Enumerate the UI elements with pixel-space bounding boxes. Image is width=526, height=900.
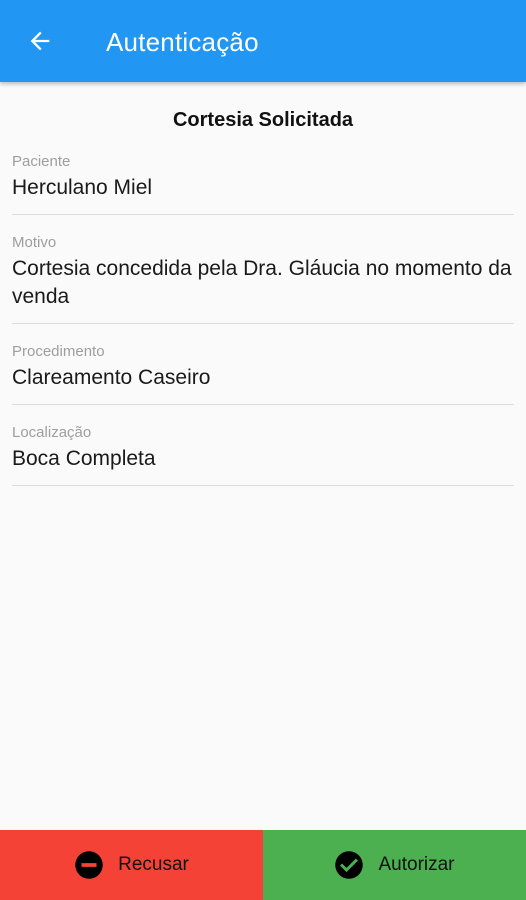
field-label: Localização [12, 424, 92, 441]
field-label: Motivo [12, 234, 57, 251]
field-paciente: Paciente Herculano Miel [12, 148, 514, 215]
field-value: Clareamento Caseiro [12, 366, 211, 389]
arrow-back-icon [30, 31, 50, 51]
check-circle-icon [334, 850, 364, 880]
field-label: Procedimento [12, 343, 105, 360]
page-title: Autenticação [106, 27, 259, 57]
back-button[interactable] [22, 23, 58, 59]
app-bar: Autenticação [0, 0, 526, 82]
field-procedimento: Procedimento Clareamento Caseiro [12, 338, 514, 405]
approve-button[interactable]: Autorizar [263, 830, 526, 900]
refuse-button[interactable]: Recusar [0, 830, 263, 900]
field-label: Paciente [12, 153, 71, 170]
section-heading: Cortesia Solicitada [172, 109, 354, 131]
field-localizacao: Localização Boca Completa [12, 419, 514, 486]
field-motivo: Motivo Cortesia concedida pela Dra. Gláu… [12, 229, 514, 324]
field-value: Boca Completa [12, 447, 156, 470]
main-content: Cortesia Solicitada Paciente Herculano M… [0, 82, 526, 830]
field-value: Herculano Miel [12, 176, 153, 199]
action-bar: Recusar Autorizar [0, 830, 526, 900]
details-list: Paciente Herculano Miel Motivo Cortesia … [0, 148, 526, 486]
approve-label: Autorizar [378, 854, 455, 875]
minus-circle-icon [74, 850, 104, 880]
refuse-label: Recusar [118, 854, 189, 875]
field-value: Cortesia concedida pela Dra. Gláucia no … [12, 257, 512, 308]
